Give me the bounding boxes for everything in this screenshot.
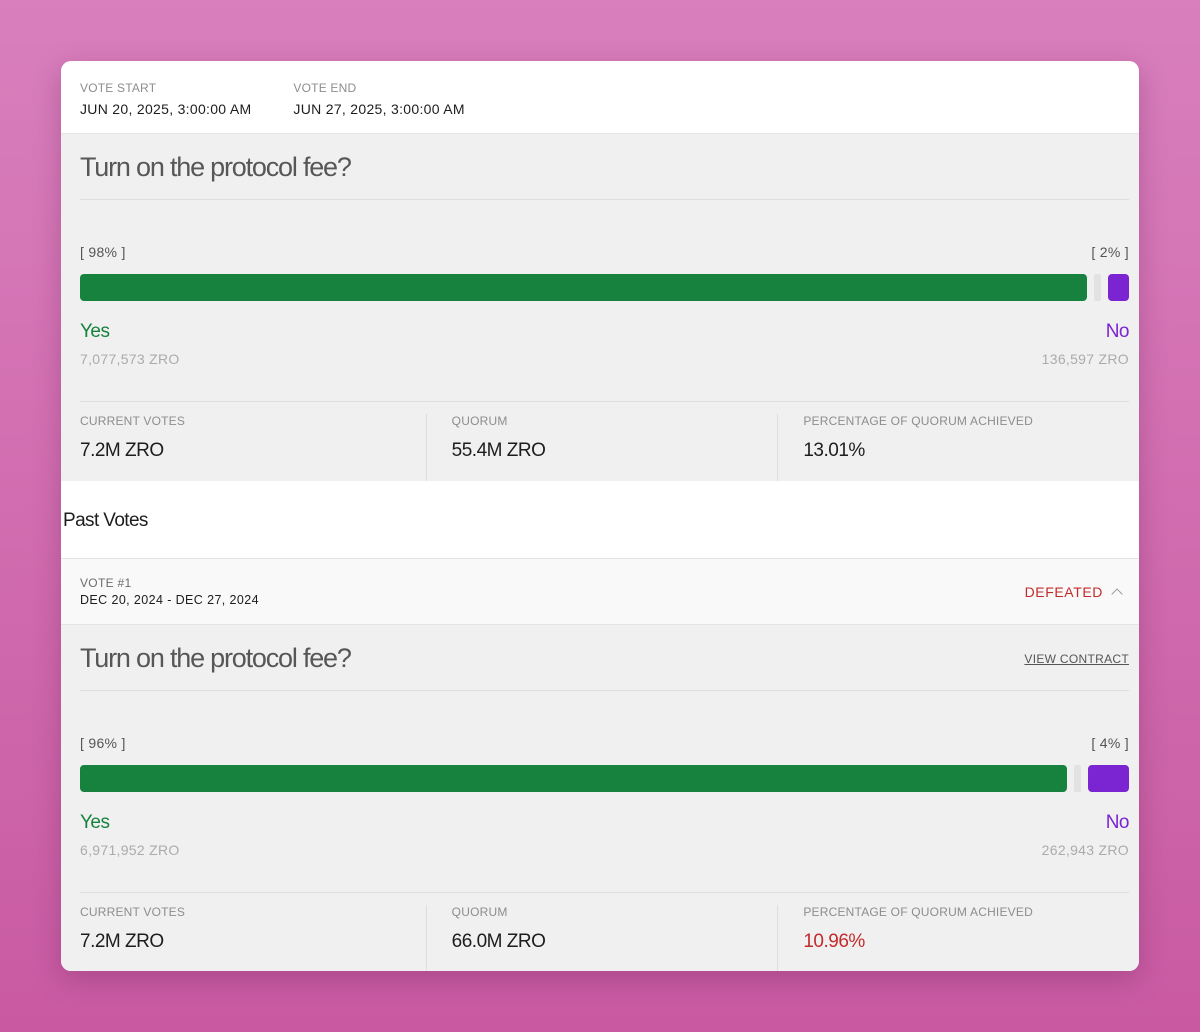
pct-quorum-stat: PERCENTAGE OF QUORUM ACHIEVED 13.01% bbox=[777, 414, 1129, 481]
view-contract-link[interactable]: VIEW CONTRACT bbox=[1024, 652, 1129, 666]
past-no-label: No bbox=[1105, 812, 1130, 833]
quorum-label: QUORUM bbox=[451, 414, 508, 428]
current-votes-stat: CURRENT VOTES 7.2M ZRO bbox=[80, 414, 426, 481]
vote-end-label: VOTE END bbox=[293, 81, 357, 95]
past-vote-number: VOTE #1 bbox=[80, 576, 132, 590]
current-yes-bar bbox=[80, 274, 1087, 301]
past-question: Turn on the protocol fee? bbox=[80, 643, 352, 673]
past-pct-quorum-value: 10.96% bbox=[803, 931, 865, 952]
past-choice-row: Yes No bbox=[80, 812, 1130, 834]
current-votes-value: 7.2M ZRO bbox=[80, 440, 164, 461]
past-no-bar bbox=[1088, 765, 1129, 792]
past-vote-toggle[interactable]: DEFEATED bbox=[1024, 583, 1123, 600]
vote-start-label: VOTE START bbox=[80, 81, 157, 95]
past-vote-range: DEC 20, 2024 - DEC 27, 2024 bbox=[80, 593, 259, 607]
vote-dates-header: VOTE START JUN 20, 2025, 3:00:00 AM VOTE… bbox=[61, 61, 1139, 134]
status-badge: DEFEATED bbox=[1024, 583, 1103, 600]
past-vote-panel: Turn on the protocol fee? VIEW CONTRACT … bbox=[61, 625, 1139, 971]
past-no-amount: 262,943 ZRO bbox=[1041, 842, 1129, 858]
past-current-votes-stat: CURRENT VOTES 7.2M ZRO bbox=[80, 905, 426, 971]
current-question-row: Turn on the protocol fee? bbox=[80, 134, 1129, 200]
past-yes-bar bbox=[80, 765, 1067, 792]
quorum-value: 55.4M ZRO bbox=[451, 440, 546, 461]
current-no-amount: 136,597 ZRO bbox=[1041, 351, 1129, 367]
past-vote-info: VOTE #1 DEC 20, 2024 - DEC 27, 2024 bbox=[80, 576, 259, 607]
vote-end: VOTE END JUN 27, 2025, 3:00:00 AM bbox=[293, 81, 464, 133]
vote-start-value: JUN 20, 2025, 3:00:00 AM bbox=[80, 101, 252, 117]
past-votes-heading: Past Votes bbox=[61, 481, 1139, 559]
current-bar-gap bbox=[1094, 274, 1101, 301]
past-quorum-label: QUORUM bbox=[451, 905, 508, 919]
current-stats: CURRENT VOTES 7.2M ZRO QUORUM 55.4M ZRO … bbox=[80, 401, 1129, 481]
current-yes-pct: [ 98% ] bbox=[80, 244, 126, 260]
past-no-pct: [ 4% ] bbox=[1091, 735, 1129, 751]
past-current-votes-label: CURRENT VOTES bbox=[80, 905, 186, 919]
past-pct-row: [ 96% ] [ 4% ] bbox=[80, 735, 1129, 751]
past-question-row: Turn on the protocol fee? VIEW CONTRACT bbox=[80, 625, 1129, 691]
past-yes-label: Yes bbox=[80, 812, 110, 833]
current-yes-amount: 7,077,573 ZRO bbox=[80, 351, 180, 367]
current-yes-label: Yes bbox=[80, 321, 110, 342]
past-stats: CURRENT VOTES 7.2M ZRO QUORUM 66.0M ZRO … bbox=[80, 892, 1129, 971]
chevron-up-icon[interactable] bbox=[1111, 588, 1123, 600]
current-no-bar bbox=[1108, 274, 1129, 301]
current-result-bar bbox=[80, 274, 1129, 301]
current-question: Turn on the protocol fee? bbox=[80, 152, 352, 182]
current-votes-label: CURRENT VOTES bbox=[80, 414, 186, 428]
current-no-pct: [ 2% ] bbox=[1091, 244, 1129, 260]
past-quorum-stat: QUORUM 66.0M ZRO bbox=[425, 905, 778, 971]
past-pct-quorum-label: PERCENTAGE OF QUORUM ACHIEVED bbox=[803, 905, 1033, 919]
current-choice-row: Yes No bbox=[80, 321, 1130, 343]
current-no-label: No bbox=[1105, 321, 1130, 342]
past-bar-gap bbox=[1074, 765, 1081, 792]
governance-card: VOTE START JUN 20, 2025, 3:00:00 AM VOTE… bbox=[61, 61, 1139, 971]
past-yes-pct: [ 96% ] bbox=[80, 735, 126, 751]
past-amount-row: 6,971,952 ZRO 262,943 ZRO bbox=[80, 842, 1129, 858]
past-quorum-value: 66.0M ZRO bbox=[451, 931, 546, 952]
quorum-stat: QUORUM 55.4M ZRO bbox=[425, 414, 778, 481]
past-pct-quorum-stat: PERCENTAGE OF QUORUM ACHIEVED 10.96% bbox=[777, 905, 1129, 971]
current-amount-row: 7,077,573 ZRO 136,597 ZRO bbox=[80, 351, 1129, 367]
current-pct-row: [ 98% ] [ 2% ] bbox=[80, 244, 1129, 260]
current-vote-panel: Turn on the protocol fee? [ 98% ] [ 2% ]… bbox=[61, 134, 1139, 481]
pct-quorum-label: PERCENTAGE OF QUORUM ACHIEVED bbox=[803, 414, 1033, 428]
vote-start: VOTE START JUN 20, 2025, 3:00:00 AM bbox=[80, 81, 251, 133]
past-result-bar bbox=[80, 765, 1129, 792]
past-yes-amount: 6,971,952 ZRO bbox=[80, 842, 180, 858]
vote-end-value: JUN 27, 2025, 3:00:00 AM bbox=[293, 101, 465, 117]
past-vote-header[interactable]: VOTE #1 DEC 20, 2024 - DEC 27, 2024 DEFE… bbox=[61, 559, 1139, 625]
pct-quorum-value: 13.01% bbox=[803, 440, 865, 461]
past-current-votes-value: 7.2M ZRO bbox=[80, 931, 164, 952]
